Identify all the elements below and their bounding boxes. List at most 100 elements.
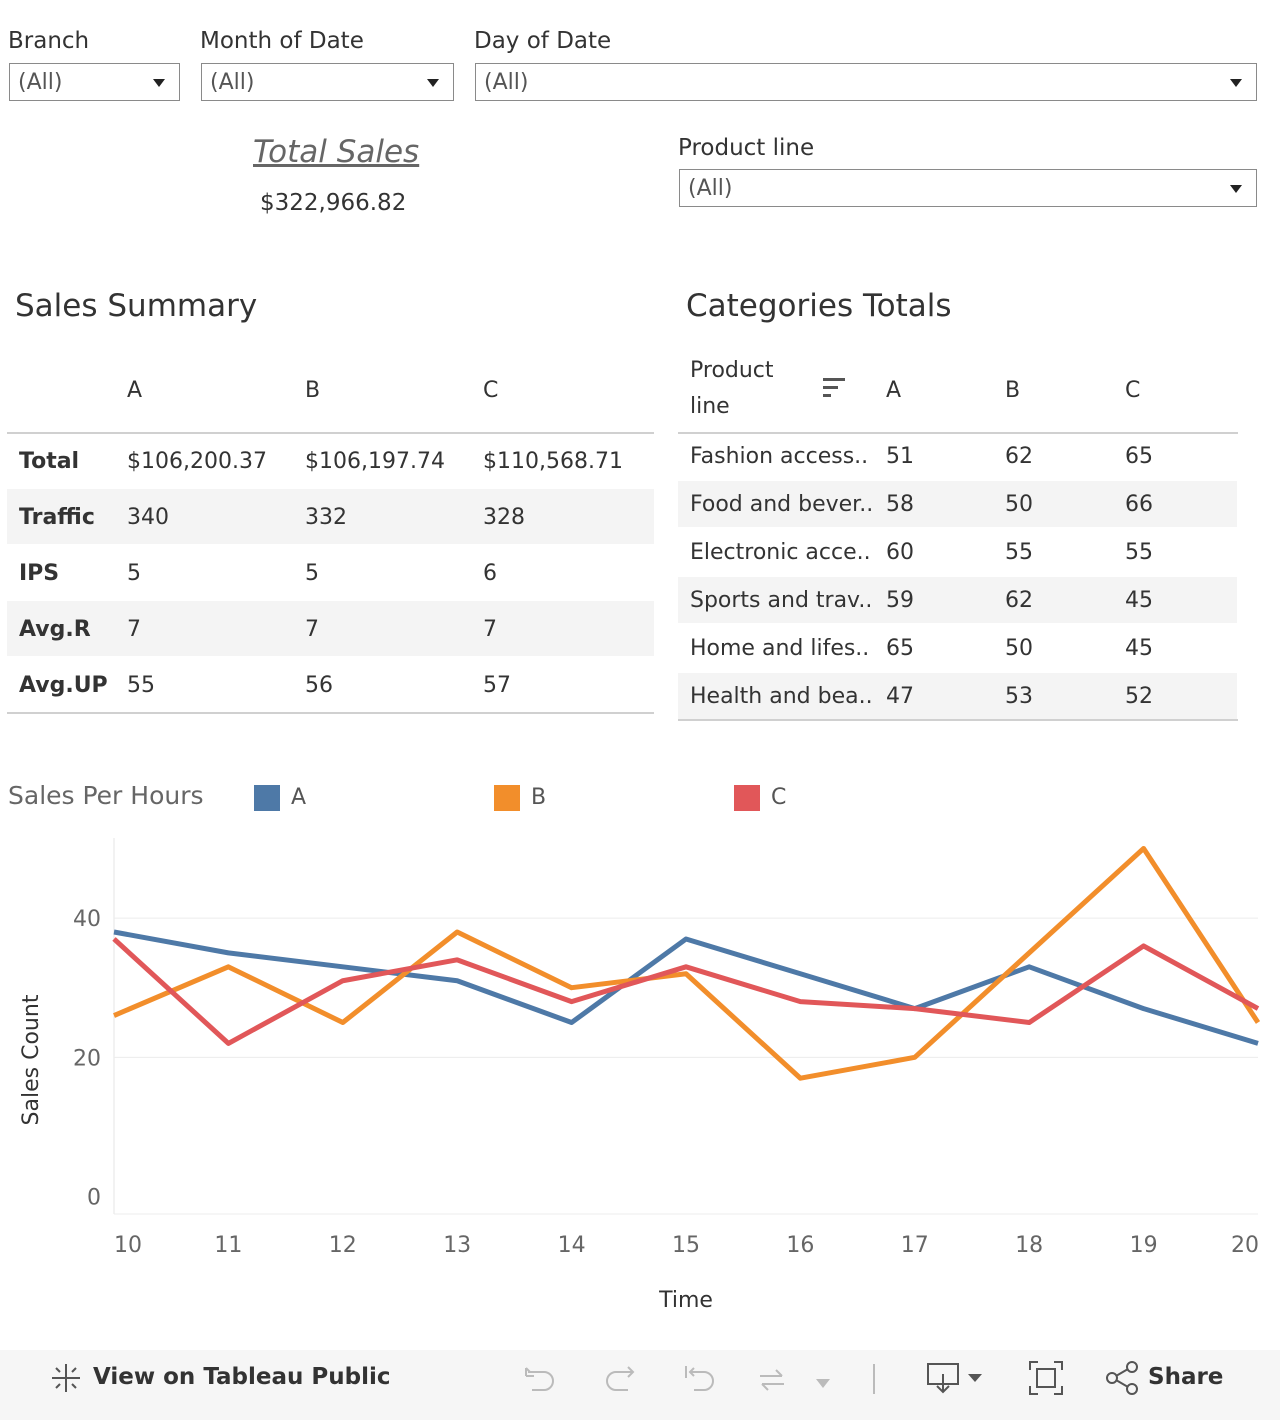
x-tick-label: 17 [901, 1233, 929, 1258]
redo-icon[interactable] [602, 1362, 638, 1398]
table-cell: 65 [1125, 444, 1153, 469]
branch-dropdown-value: (All) [18, 70, 63, 95]
table-cell: 340 [127, 505, 169, 530]
fullscreen-icon[interactable] [1028, 1360, 1064, 1396]
total-sales-value: $322,966.82 [260, 190, 407, 216]
day-dropdown[interactable]: (All) [475, 63, 1257, 101]
table-cell: 7 [305, 617, 319, 642]
series-line-a[interactable] [113, 929, 1259, 1046]
y-tick-label: 20 [73, 1046, 101, 1071]
revert-icon[interactable] [682, 1362, 718, 1398]
row-band [7, 601, 654, 656]
sort-icon[interactable] [822, 377, 848, 399]
sales-per-hours-chart[interactable]: 0 20 40 10 11 12 13 14 15 16 17 18 19 20 Sales Count… [0, 830, 1280, 1330]
table-cell: 45 [1125, 588, 1153, 613]
product-line-header: Product [690, 358, 774, 383]
tableau-toolbar: View on Tableau Public Share [0, 1350, 1280, 1420]
day-dropdown-value: (All) [484, 70, 529, 95]
branch-filter-label: Branch [8, 28, 90, 54]
row-label: Home and lifes.. [690, 636, 870, 661]
table-cell: 45 [1125, 636, 1153, 661]
share-button[interactable]: Share [1148, 1364, 1223, 1390]
row-label: Fashion access.. [690, 444, 869, 469]
series-line-b[interactable] [113, 845, 1261, 1081]
row-label: Avg.R [19, 617, 91, 642]
table-cell: 53 [1005, 684, 1033, 709]
table-cell: 55 [127, 673, 155, 698]
x-tick-label: 12 [329, 1233, 357, 1258]
y-axis-label: Sales Count [19, 994, 44, 1125]
table-cell: 6 [483, 561, 497, 586]
branch-dropdown[interactable]: (All) [9, 63, 180, 101]
day-filter-label: Day of Date [474, 28, 612, 54]
column-header: A [127, 378, 143, 403]
x-tick-label: 20 [1231, 1233, 1259, 1258]
refresh-icon[interactable] [754, 1362, 790, 1398]
chevron-down-icon [427, 79, 439, 87]
table-cell: $110,568.71 [483, 449, 623, 474]
table-cell: $106,200.37 [127, 449, 267, 474]
table-cell: 66 [1125, 492, 1153, 517]
table-cell: 62 [1005, 444, 1033, 469]
x-tick-label: 13 [443, 1233, 471, 1258]
download-icon[interactable] [926, 1360, 986, 1396]
categories-totals-title: Categories Totals [686, 288, 952, 324]
table-cell: 55 [1125, 540, 1153, 565]
table-cell: 47 [886, 684, 914, 709]
total-sales-title[interactable]: Total Sales [253, 134, 419, 170]
month-filter-label: Month of Date [200, 28, 364, 54]
y-tick-labels: 0 20 40 [73, 907, 101, 1211]
x-tick-label: 14 [558, 1233, 586, 1258]
table-cell: 50 [1005, 636, 1033, 661]
table-cell: 56 [305, 673, 333, 698]
x-axis-label: Time [658, 1288, 713, 1313]
tableau-logo-icon[interactable] [48, 1360, 84, 1396]
product-line-dropdown[interactable]: (All) [679, 169, 1257, 207]
month-dropdown[interactable]: (All) [201, 63, 454, 101]
chart-series [112, 845, 1261, 1081]
table-cell: 55 [1005, 540, 1033, 565]
chevron-down-icon [1230, 185, 1242, 193]
table-cell: 5 [127, 561, 141, 586]
chevron-down-icon [153, 79, 165, 87]
row-label: Health and bea.. [690, 684, 873, 709]
share-icon[interactable] [1104, 1360, 1140, 1396]
table-cell: $106,197.74 [305, 449, 445, 474]
table-cell: 332 [305, 505, 347, 530]
x-tick-label: 18 [1015, 1233, 1043, 1258]
table-divider [7, 432, 654, 434]
undo-icon[interactable] [522, 1362, 558, 1398]
row-label: Electronic acce.. [690, 540, 871, 565]
legend-swatch-a[interactable] [254, 785, 280, 811]
table-divider [7, 712, 654, 714]
table-cell: 60 [886, 540, 914, 565]
y-tick-label: 0 [87, 1186, 101, 1211]
table-cell: 5 [305, 561, 319, 586]
series-line-c[interactable] [112, 937, 1260, 1046]
chevron-down-icon[interactable] [816, 1374, 830, 1388]
x-tick-label: 16 [786, 1233, 814, 1258]
view-on-tableau-public-link[interactable]: View on Tableau Public [93, 1364, 391, 1390]
legend-swatch-c[interactable] [734, 785, 760, 811]
table-cell: 51 [886, 444, 914, 469]
row-label: Traffic [19, 505, 95, 530]
legend-label-c: C [771, 785, 787, 810]
y-tick-label: 40 [73, 907, 101, 932]
product-line-header: line [690, 394, 730, 419]
column-header: B [1005, 378, 1021, 403]
column-header: A [886, 378, 902, 403]
legend-swatch-b[interactable] [494, 785, 520, 811]
toolbar-divider [873, 1364, 875, 1394]
chart-title: Sales Per Hours [8, 781, 204, 810]
row-label: Total [19, 449, 80, 474]
chart-gridlines [114, 917, 1258, 1215]
legend-label-a: A [291, 785, 307, 810]
x-tick-label: 10 [114, 1233, 142, 1258]
row-label: Avg.UP [19, 673, 108, 698]
table-cell: 62 [1005, 588, 1033, 613]
row-label: IPS [19, 561, 60, 586]
column-header: C [483, 378, 499, 403]
sales-summary-title: Sales Summary [15, 288, 258, 324]
chevron-down-icon [1230, 79, 1242, 87]
month-dropdown-value: (All) [210, 70, 255, 95]
